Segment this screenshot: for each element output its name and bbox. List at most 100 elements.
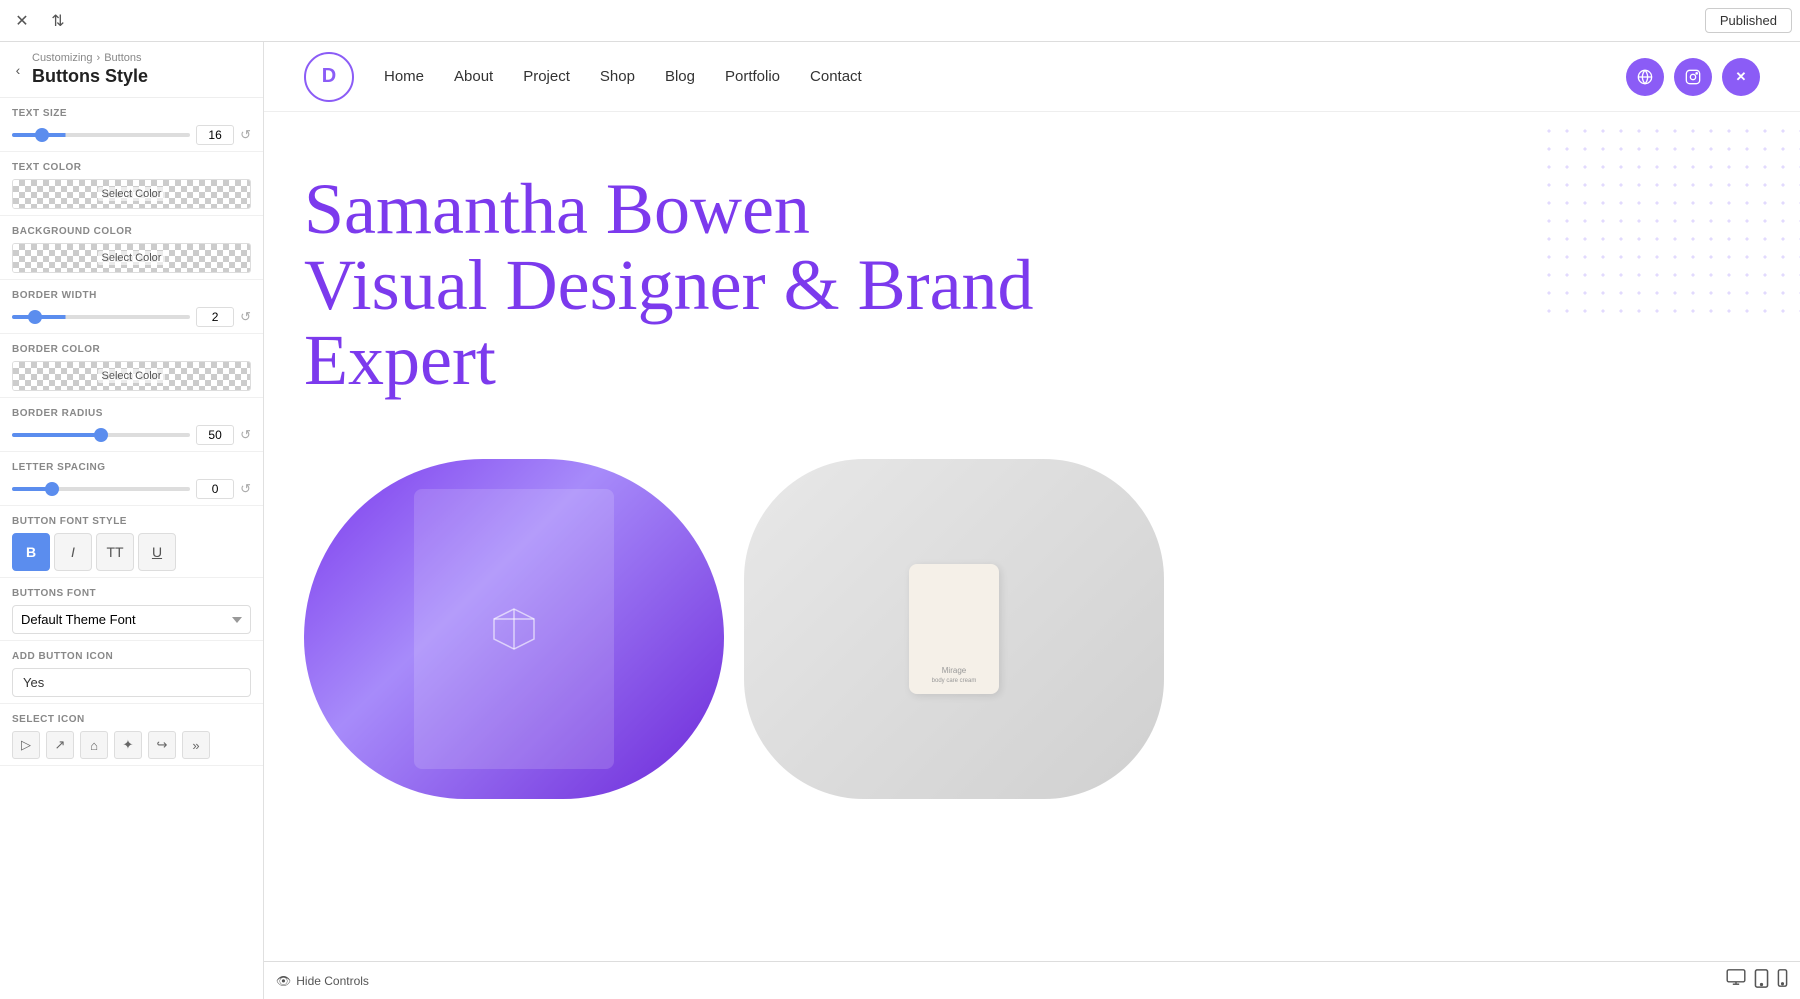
site-nav-links: Home About Project Shop Blog Portfolio C…	[384, 68, 862, 85]
button-font-style-section: BUTTON FONT STYLE B I TT U	[0, 506, 263, 578]
text-color-select-label: Select Color	[98, 187, 166, 201]
text-size-reset[interactable]: ↺	[240, 127, 251, 143]
letter-spacing-slider[interactable]	[12, 487, 190, 491]
mobile-icon[interactable]	[1777, 969, 1788, 993]
nav-home[interactable]: Home	[384, 68, 424, 85]
background-color-section: BACKGROUND COLOR Select Color	[0, 216, 263, 280]
border-radius-reset[interactable]: ↺	[240, 427, 251, 443]
hero-line1: Samantha Bowen	[304, 169, 810, 249]
text-color-picker[interactable]: Select Color	[12, 179, 251, 209]
border-color-picker[interactable]: Select Color	[12, 361, 251, 391]
nav-portfolio[interactable]: Portfolio	[725, 68, 780, 85]
add-button-icon-section: ADD BUTTON ICON Yes	[0, 641, 263, 704]
tablet-icon[interactable]	[1754, 969, 1769, 993]
icon-thumb-4[interactable]: ✦	[114, 731, 142, 759]
buttons-font-section: BUTTONS FONT Default Theme Font Arial Ge…	[0, 578, 263, 641]
background-color-swatch: Select Color	[13, 244, 250, 272]
border-radius-number[interactable]	[196, 425, 234, 445]
background-color-label: BACKGROUND COLOR	[12, 226, 251, 237]
device-icons	[1726, 969, 1788, 993]
product-box	[414, 489, 614, 769]
sidebar: ‹ Customizing › Buttons Buttons Style TE…	[0, 42, 264, 999]
preview-images: Miragebody care cream	[264, 459, 1800, 799]
text-size-section: TEXT SIZE ↺	[0, 98, 263, 152]
nav-shop[interactable]: Shop	[600, 68, 635, 85]
border-color-swatch: Select Color	[13, 362, 250, 390]
site-nav: D Home About Project Shop Blog Portfolio…	[264, 42, 1800, 112]
border-radius-label: BORDER RADIUS	[12, 408, 251, 419]
social-icon-web[interactable]	[1626, 58, 1664, 96]
border-width-reset[interactable]: ↺	[240, 309, 251, 325]
site-logo: D	[304, 52, 354, 102]
font-style-row: B I TT U	[12, 533, 251, 571]
text-size-number[interactable]	[196, 125, 234, 145]
back-button[interactable]: ‹	[8, 60, 28, 80]
add-button-icon-value[interactable]: Yes	[12, 668, 251, 697]
buttons-font-dropdown[interactable]: Default Theme Font Arial Georgia Helveti…	[12, 605, 251, 634]
icon-thumb-2[interactable]: ↗	[46, 731, 74, 759]
text-color-swatch: Select Color	[13, 180, 250, 208]
letter-spacing-section: LETTER SPACING ↺	[0, 452, 263, 506]
hero-title: Samantha Bowen Visual Designer & Brand E…	[304, 172, 1104, 399]
close-icon[interactable]: ✕	[8, 7, 36, 35]
nav-blog[interactable]: Blog	[665, 68, 695, 85]
select-icon-label: SELECT ICON	[12, 714, 251, 725]
font-bold-button[interactable]: B	[12, 533, 50, 571]
right-panel: D Home About Project Shop Blog Portfolio…	[264, 42, 1800, 999]
border-width-label: BORDER WIDTH	[12, 290, 251, 301]
icon-thumb-6[interactable]: »	[182, 731, 210, 759]
border-color-select-label: Select Color	[98, 369, 166, 383]
icon-row: ▷ ↗ ⌂ ✦ ↪ »	[12, 731, 251, 759]
border-radius-section: BORDER RADIUS ↺	[0, 398, 263, 452]
border-width-row: ↺	[12, 307, 251, 327]
site-nav-icons: ✕	[1626, 58, 1760, 96]
text-size-row: ↺	[12, 125, 251, 145]
nav-contact[interactable]: Contact	[810, 68, 862, 85]
main-area: ‹ Customizing › Buttons Buttons Style TE…	[0, 42, 1800, 999]
top-bar: ✕ ⇅ Published	[0, 0, 1800, 42]
social-icon-x[interactable]: ✕	[1722, 58, 1760, 96]
eye-icon: 👁	[276, 974, 291, 988]
breadcrumb-sep: ›	[97, 52, 101, 64]
border-width-slider[interactable]	[12, 315, 190, 319]
border-width-number[interactable]	[196, 307, 234, 327]
candle-product: Miragebody care cream	[909, 564, 999, 694]
social-icon-instagram[interactable]	[1674, 58, 1712, 96]
breadcrumb-root: Customizing	[32, 52, 93, 64]
sidebar-title: Buttons Style	[32, 66, 251, 87]
font-italic-button[interactable]: I	[54, 533, 92, 571]
select-icon-section: SELECT ICON ▷ ↗ ⌂ ✦ ↪ »	[0, 704, 263, 766]
hide-controls[interactable]: 👁 Hide Controls	[276, 974, 369, 988]
preview-image-right: Miragebody care cream	[744, 459, 1164, 799]
letter-spacing-number[interactable]	[196, 479, 234, 499]
nav-about[interactable]: About	[454, 68, 493, 85]
icon-thumb-1[interactable]: ▷	[12, 731, 40, 759]
letter-spacing-reset[interactable]: ↺	[240, 481, 251, 497]
font-underline-button[interactable]: U	[138, 533, 176, 571]
text-size-label: TEXT SIZE	[12, 108, 251, 119]
border-radius-row: ↺	[12, 425, 251, 445]
background-color-picker[interactable]: Select Color	[12, 243, 251, 273]
button-font-style-label: BUTTON FONT STYLE	[12, 516, 251, 527]
hero-line3: Expert	[304, 320, 496, 400]
icon-thumb-3[interactable]: ⌂	[80, 731, 108, 759]
text-size-slider[interactable]	[12, 133, 190, 137]
bottom-bar: 👁 Hide Controls	[264, 961, 1800, 999]
dot-pattern	[1540, 122, 1800, 322]
breadcrumb-child: Buttons	[104, 52, 141, 64]
breadcrumb: Customizing › Buttons	[32, 52, 251, 64]
preview-image-left	[304, 459, 724, 799]
swap-icon[interactable]: ⇅	[44, 7, 72, 35]
border-color-section: BORDER COLOR Select Color	[0, 334, 263, 398]
desktop-icon[interactable]	[1726, 969, 1746, 993]
icon-thumb-5[interactable]: ↪	[148, 731, 176, 759]
published-button[interactable]: Published	[1705, 8, 1792, 33]
preview-area: D Home About Project Shop Blog Portfolio…	[264, 42, 1800, 961]
buttons-font-label: BUTTONS FONT	[12, 588, 251, 599]
border-radius-slider[interactable]	[12, 433, 190, 437]
sidebar-header: ‹ Customizing › Buttons Buttons Style	[0, 42, 263, 98]
text-color-section: TEXT COLOR Select Color	[0, 152, 263, 216]
font-uppercase-button[interactable]: TT	[96, 533, 134, 571]
add-button-icon-label: ADD BUTTON ICON	[12, 651, 251, 662]
nav-project[interactable]: Project	[523, 68, 570, 85]
